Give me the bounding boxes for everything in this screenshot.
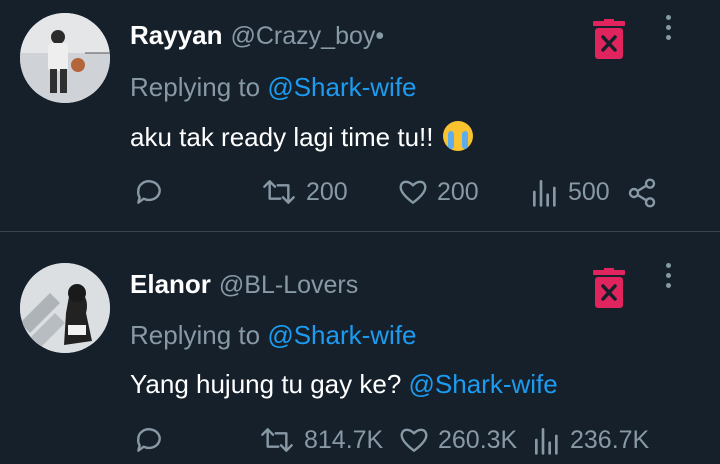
reply-mention-link[interactable]: @Shark-wife (267, 320, 416, 350)
dot-icon (665, 263, 671, 268)
avatar[interactable] (20, 13, 110, 103)
tweet-header: Rayyan @Crazy_boy• (130, 20, 384, 51)
more-options-button[interactable] (664, 263, 672, 291)
tweet-actions: 814.7K 260.3K 236.7K (0, 424, 720, 464)
reply-button[interactable] (133, 176, 165, 208)
reply-mention-link[interactable]: @Shark-wife (267, 72, 416, 102)
dot-icon (665, 283, 671, 288)
tweet-header: Elanor @BL-Lovers (130, 269, 358, 300)
like-count: 200 (437, 177, 479, 206)
divider (0, 231, 720, 232)
retweet-button[interactable]: 814.7K (258, 424, 383, 456)
display-name[interactable]: Elanor (130, 269, 211, 299)
tweet-actions: 200 200 500 (0, 174, 720, 214)
user-handle[interactable]: @BL-Lovers (219, 271, 358, 299)
avatar[interactable] (20, 263, 110, 353)
comment-icon (136, 180, 161, 204)
crying-face-emoji-icon (443, 121, 474, 151)
like-count: 260.3K (438, 425, 518, 454)
retweet-icon (263, 180, 295, 204)
tweet-text: aku tak ready lagi time tu!! (130, 121, 474, 153)
dot-icon (665, 25, 671, 30)
views-chart-icon (535, 428, 558, 455)
more-options-button[interactable] (664, 15, 672, 43)
tweet-text: Yang hujung tu gay ke? @Shark-wife (130, 369, 558, 400)
tweet-mention-link[interactable]: @Shark-wife (409, 369, 558, 399)
display-name[interactable]: Rayyan (130, 20, 223, 50)
heart-icon (399, 180, 427, 204)
share-icon (628, 178, 656, 208)
trash-icon (593, 19, 625, 59)
retweet-count: 814.7K (304, 425, 384, 454)
dot-icon (665, 15, 671, 20)
heart-icon (400, 428, 428, 452)
replying-to: Replying to @Shark-wife (130, 72, 417, 103)
replying-label: Replying to (130, 320, 261, 350)
retweet-button[interactable]: 200 (260, 176, 348, 208)
delete-button[interactable] (592, 19, 626, 59)
retweet-icon (261, 428, 293, 452)
like-button[interactable]: 260.3K (398, 424, 517, 456)
tweet-body: aku tak ready lagi time tu!! (130, 122, 434, 152)
replying-to: Replying to @Shark-wife (130, 320, 417, 351)
like-button[interactable]: 200 (397, 176, 479, 208)
dot-icon (665, 273, 671, 278)
views-count: 500 (568, 177, 610, 206)
views-button[interactable]: 236.7K (532, 424, 649, 456)
views-chart-icon (533, 180, 556, 207)
dot-icon (665, 35, 671, 40)
user-handle[interactable]: @Crazy_boy• (231, 22, 385, 50)
trash-icon (593, 268, 625, 308)
retweet-count: 200 (306, 177, 348, 206)
reply-button[interactable] (133, 424, 165, 456)
replying-label: Replying to (130, 72, 261, 102)
tweet-body: Yang hujung tu gay ke? (130, 369, 402, 399)
comment-icon (136, 428, 161, 452)
delete-button[interactable] (592, 268, 626, 308)
views-count: 236.7K (570, 425, 650, 454)
views-button[interactable]: 500 (530, 176, 610, 208)
share-button[interactable] (626, 177, 658, 209)
